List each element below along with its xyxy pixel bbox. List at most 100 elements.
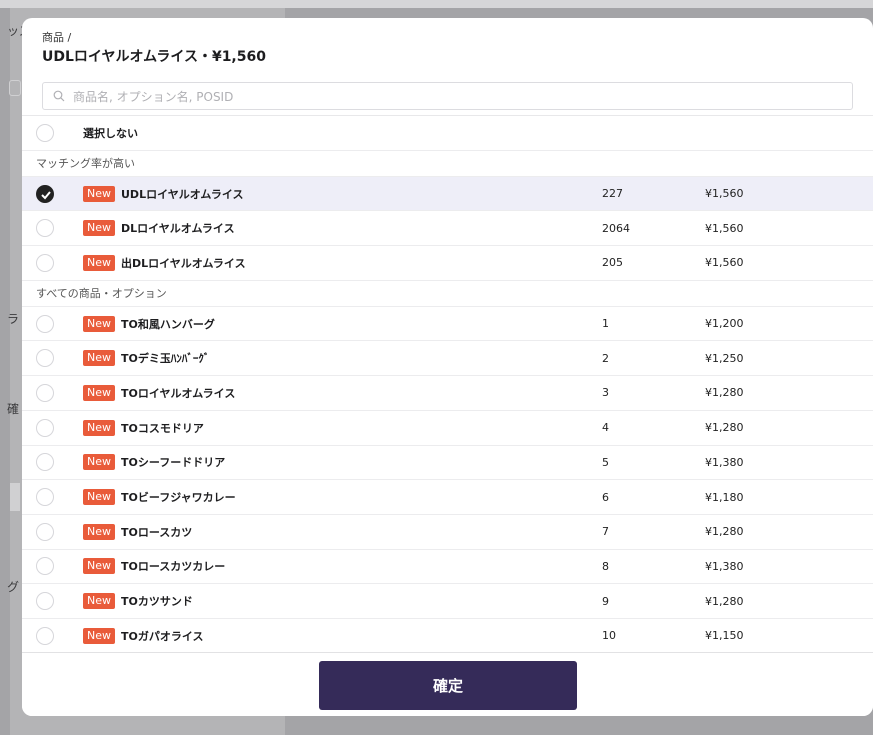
- radio-button[interactable]: [36, 488, 54, 507]
- list-item[interactable]: New TOガパオライス 10 ¥1,150: [22, 619, 873, 652]
- item-name-wrap: New TOガパオライス: [83, 627, 204, 644]
- item-name-wrap: New TOロースカツカレー: [83, 558, 226, 575]
- item-name: TOコスモドリア: [121, 421, 204, 435]
- item-price: ¥1,250: [705, 351, 744, 365]
- new-badge: New: [83, 220, 115, 237]
- list-item[interactable]: New TOビーフジャワカレー 6 ¥1,180: [22, 480, 873, 515]
- item-posid: 2: [602, 351, 609, 365]
- item-posid: 205: [602, 256, 623, 270]
- search-input[interactable]: 商品名, オプション名, POSID: [42, 82, 853, 110]
- list-item[interactable]: New UDLロイヤルオムライス 227 ¥1,560: [22, 176, 873, 212]
- item-name: 出DLロイヤルオムライス: [121, 256, 246, 270]
- new-badge: New: [83, 489, 115, 506]
- radio-button[interactable]: [36, 557, 54, 576]
- item-name-wrap: New DLロイヤルオムライス: [83, 220, 235, 237]
- item-name-wrap: New TOコスモドリア: [83, 419, 204, 436]
- item-name-wrap: New TOロースカツ: [83, 523, 193, 540]
- item-price: ¥1,560: [705, 221, 744, 235]
- new-badge: New: [83, 419, 115, 436]
- confirm-button[interactable]: 確定: [319, 661, 577, 710]
- new-badge: New: [83, 523, 115, 540]
- section-header-high-match: マッチング率が高い: [22, 151, 873, 177]
- radio-button[interactable]: [36, 219, 54, 238]
- search-placeholder: 商品名, オプション名, POSID: [73, 89, 234, 104]
- item-name: DLロイヤルオムライス: [121, 222, 235, 236]
- item-posid: 7: [602, 525, 609, 539]
- radio-button[interactable]: [36, 592, 54, 611]
- new-badge: New: [83, 315, 115, 332]
- item-name: TOロースカツ: [121, 525, 193, 539]
- item-price: ¥1,180: [705, 490, 744, 504]
- modal-header: 商品 / UDLロイヤルオムライス・¥1,560 商品名, オプション名, PO…: [22, 18, 873, 116]
- item-name: TOビーフジャワカレー: [121, 491, 236, 505]
- new-badge: New: [83, 593, 115, 610]
- radio-button[interactable]: [36, 349, 54, 368]
- background-text: 確: [7, 402, 20, 416]
- item-price: ¥1,560: [705, 187, 744, 201]
- item-name-wrap: New UDLロイヤルオムライス: [83, 185, 244, 202]
- item-name: TOデミ玉ﾊﾝﾊﾞｰｸﾞ: [121, 352, 210, 366]
- radio-button[interactable]: [36, 522, 54, 541]
- item-name: TO和風ハンバーグ: [121, 317, 215, 331]
- item-name-wrap: New TOロイヤルオムライス: [83, 384, 235, 401]
- item-posid: 5: [602, 455, 609, 469]
- background-checkbox: [9, 80, 21, 96]
- background-field: [10, 483, 20, 511]
- list-item[interactable]: New TOロースカツ 7 ¥1,280: [22, 515, 873, 550]
- item-name: TOガパオライス: [121, 629, 204, 643]
- modal-title: UDLロイヤルオムライス・¥1,560: [42, 49, 266, 65]
- item-name: TOカツサンド: [121, 595, 193, 609]
- none-option-label: 選択しない: [83, 126, 138, 140]
- list-item[interactable]: New TOシーフードドリア 5 ¥1,380: [22, 446, 873, 481]
- list-item-none[interactable]: 選択しない: [22, 116, 873, 151]
- radio-button[interactable]: [36, 314, 54, 333]
- background-topbar: [0, 0, 873, 8]
- new-badge: New: [83, 454, 115, 471]
- new-badge: New: [83, 384, 115, 401]
- product-list: 選択しない マッチング率が高い New UDLロイヤルオムライス 227 ¥1,560…: [22, 116, 873, 652]
- radio-button[interactable]: [36, 453, 54, 472]
- item-price: ¥1,280: [705, 594, 744, 608]
- section-header-all: すべての商品・オプション: [22, 281, 873, 307]
- item-posid: 2064: [602, 221, 630, 235]
- item-posid: 10: [602, 629, 616, 643]
- new-badge: New: [83, 350, 115, 367]
- item-price: ¥1,560: [705, 256, 744, 270]
- radio-button[interactable]: [36, 123, 54, 142]
- item-posid: 9: [602, 594, 609, 608]
- radio-button[interactable]: [36, 383, 54, 402]
- list-item[interactable]: New TOデミ玉ﾊﾝﾊﾞｰｸﾞ 2 ¥1,250: [22, 341, 873, 377]
- item-name-wrap: New TOカツサンド: [83, 593, 193, 610]
- item-price: ¥1,280: [705, 421, 744, 435]
- list-item[interactable]: New 出DLロイヤルオムライス 205 ¥1,560: [22, 246, 873, 281]
- background-text: グ: [7, 580, 20, 594]
- item-name-wrap: New TOシーフードドリア: [83, 454, 226, 471]
- product-select-modal: 商品 / UDLロイヤルオムライス・¥1,560 商品名, オプション名, PO…: [22, 18, 873, 716]
- item-name: UDLロイヤルオムライス: [121, 187, 244, 201]
- item-name-wrap: New TOビーフジャワカレー: [83, 489, 236, 506]
- item-posid: 8: [602, 559, 609, 573]
- item-name-wrap: New 出DLロイヤルオムライス: [83, 254, 246, 271]
- list-item[interactable]: New TOカツサンド 9 ¥1,280: [22, 584, 873, 619]
- list-item[interactable]: New TOコスモドリア 4 ¥1,280: [22, 411, 873, 446]
- list-item[interactable]: New DLロイヤルオムライス 2064 ¥1,560: [22, 211, 873, 247]
- item-posid: 3: [602, 386, 609, 400]
- item-posid: 6: [602, 490, 609, 504]
- list-item[interactable]: New TO和風ハンバーグ 1 ¥1,200: [22, 307, 873, 342]
- radio-checked-icon[interactable]: [36, 184, 54, 203]
- item-name: TOロースカツカレー: [121, 560, 226, 574]
- item-posid: 1: [602, 317, 609, 331]
- radio-button[interactable]: [36, 626, 54, 645]
- new-badge: New: [83, 558, 115, 575]
- radio-button[interactable]: [36, 418, 54, 437]
- search-icon: [53, 90, 65, 102]
- list-item[interactable]: New TOロイヤルオムライス 3 ¥1,280: [22, 376, 873, 411]
- item-posid: 227: [602, 187, 623, 201]
- item-name: TOシーフードドリア: [121, 456, 226, 470]
- new-badge: New: [83, 185, 115, 202]
- item-price: ¥1,380: [705, 559, 744, 573]
- radio-button[interactable]: [36, 253, 54, 272]
- list-item[interactable]: New TOロースカツカレー 8 ¥1,380: [22, 550, 873, 585]
- new-badge: New: [83, 627, 115, 644]
- item-name-wrap: New TO和風ハンバーグ: [83, 315, 215, 332]
